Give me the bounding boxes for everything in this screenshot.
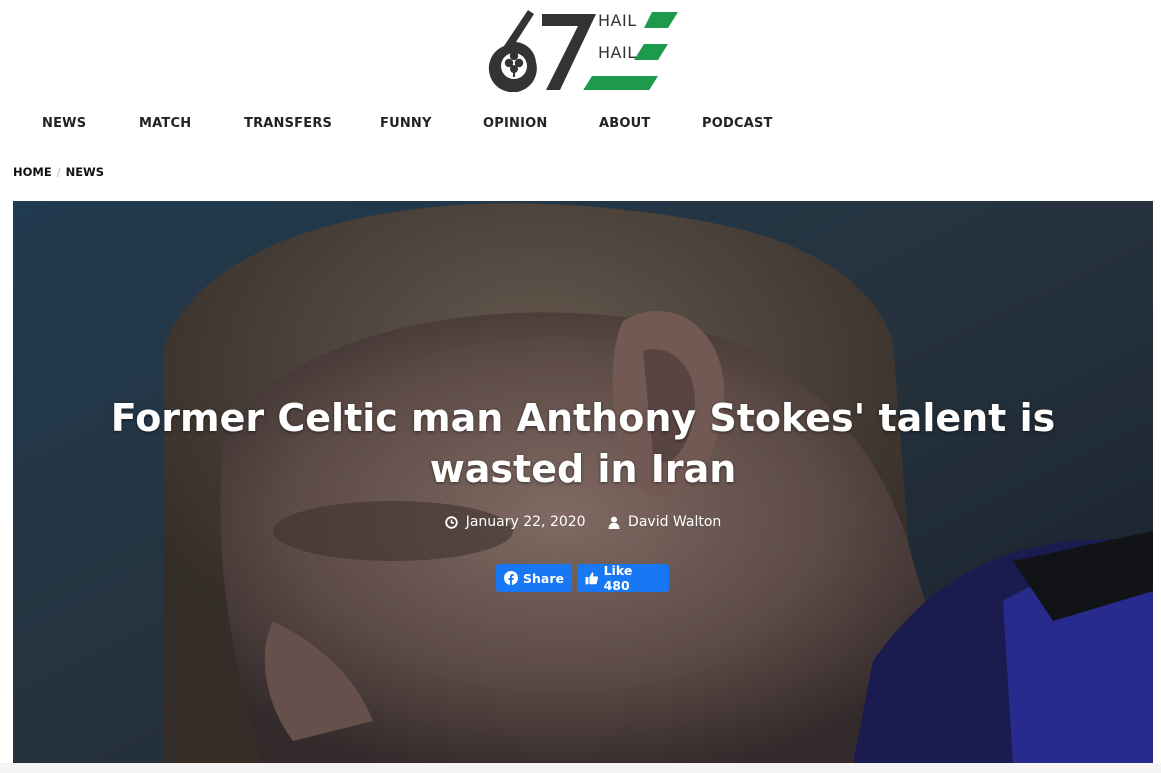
nav-item-podcast[interactable]: PODCAST xyxy=(702,116,773,131)
breadcrumb-home[interactable]: HOME xyxy=(13,165,52,179)
article-author[interactable]: David Walton xyxy=(608,514,721,530)
article-date-text: January 22, 2020 xyxy=(465,514,586,530)
thumbs-up-icon xyxy=(585,572,599,585)
facebook-share-label: Share xyxy=(523,570,564,586)
facebook-share-button[interactable]: Share xyxy=(496,564,572,592)
breadcrumb-current[interactable]: NEWS xyxy=(66,165,104,179)
breadcrumb-separator: / xyxy=(56,165,61,179)
breadcrumb: HOME / NEWS xyxy=(13,165,104,179)
article-meta: January 22, 2020 David Walton xyxy=(13,514,1153,533)
article-title: Former Celtic man Anthony Stokes' talent… xyxy=(83,393,1083,495)
nav-item-match[interactable]: MATCH xyxy=(139,116,191,131)
nav-item-about[interactable]: ABOUT xyxy=(599,116,650,131)
page-bottom-edge xyxy=(0,763,1161,773)
logo-text-hail-2: HAIL xyxy=(598,43,637,62)
user-icon xyxy=(608,516,620,529)
facebook-icon xyxy=(504,570,519,586)
nav-item-transfers[interactable]: TRANSFERS xyxy=(244,116,332,131)
article-title-line-1: Former Celtic man Anthony Stokes' talent… xyxy=(110,396,1056,440)
site-header: HAIL HAIL xyxy=(0,0,1161,96)
nav-item-opinion[interactable]: OPINION xyxy=(483,116,547,131)
main-navigation: NEWS MATCH TRANSFERS FUNNY OPINION ABOUT… xyxy=(0,110,1161,138)
facebook-like-button[interactable]: Like 480 xyxy=(577,563,669,593)
facebook-like-label: Like 480 xyxy=(603,563,633,593)
article-hero: Former Celtic man Anthony Stokes' talent… xyxy=(13,201,1153,763)
logo-text-hail-1: HAIL xyxy=(598,11,637,30)
nav-item-news[interactable]: NEWS xyxy=(42,116,86,131)
article-author-name: David Walton xyxy=(628,514,722,530)
clock-icon xyxy=(445,515,458,529)
article-title-line-2: wasted in Iran xyxy=(429,447,737,491)
article-date: January 22, 2020 xyxy=(445,514,586,530)
site-logo[interactable]: HAIL HAIL xyxy=(484,6,684,92)
nav-item-funny[interactable]: FUNNY xyxy=(380,116,432,131)
